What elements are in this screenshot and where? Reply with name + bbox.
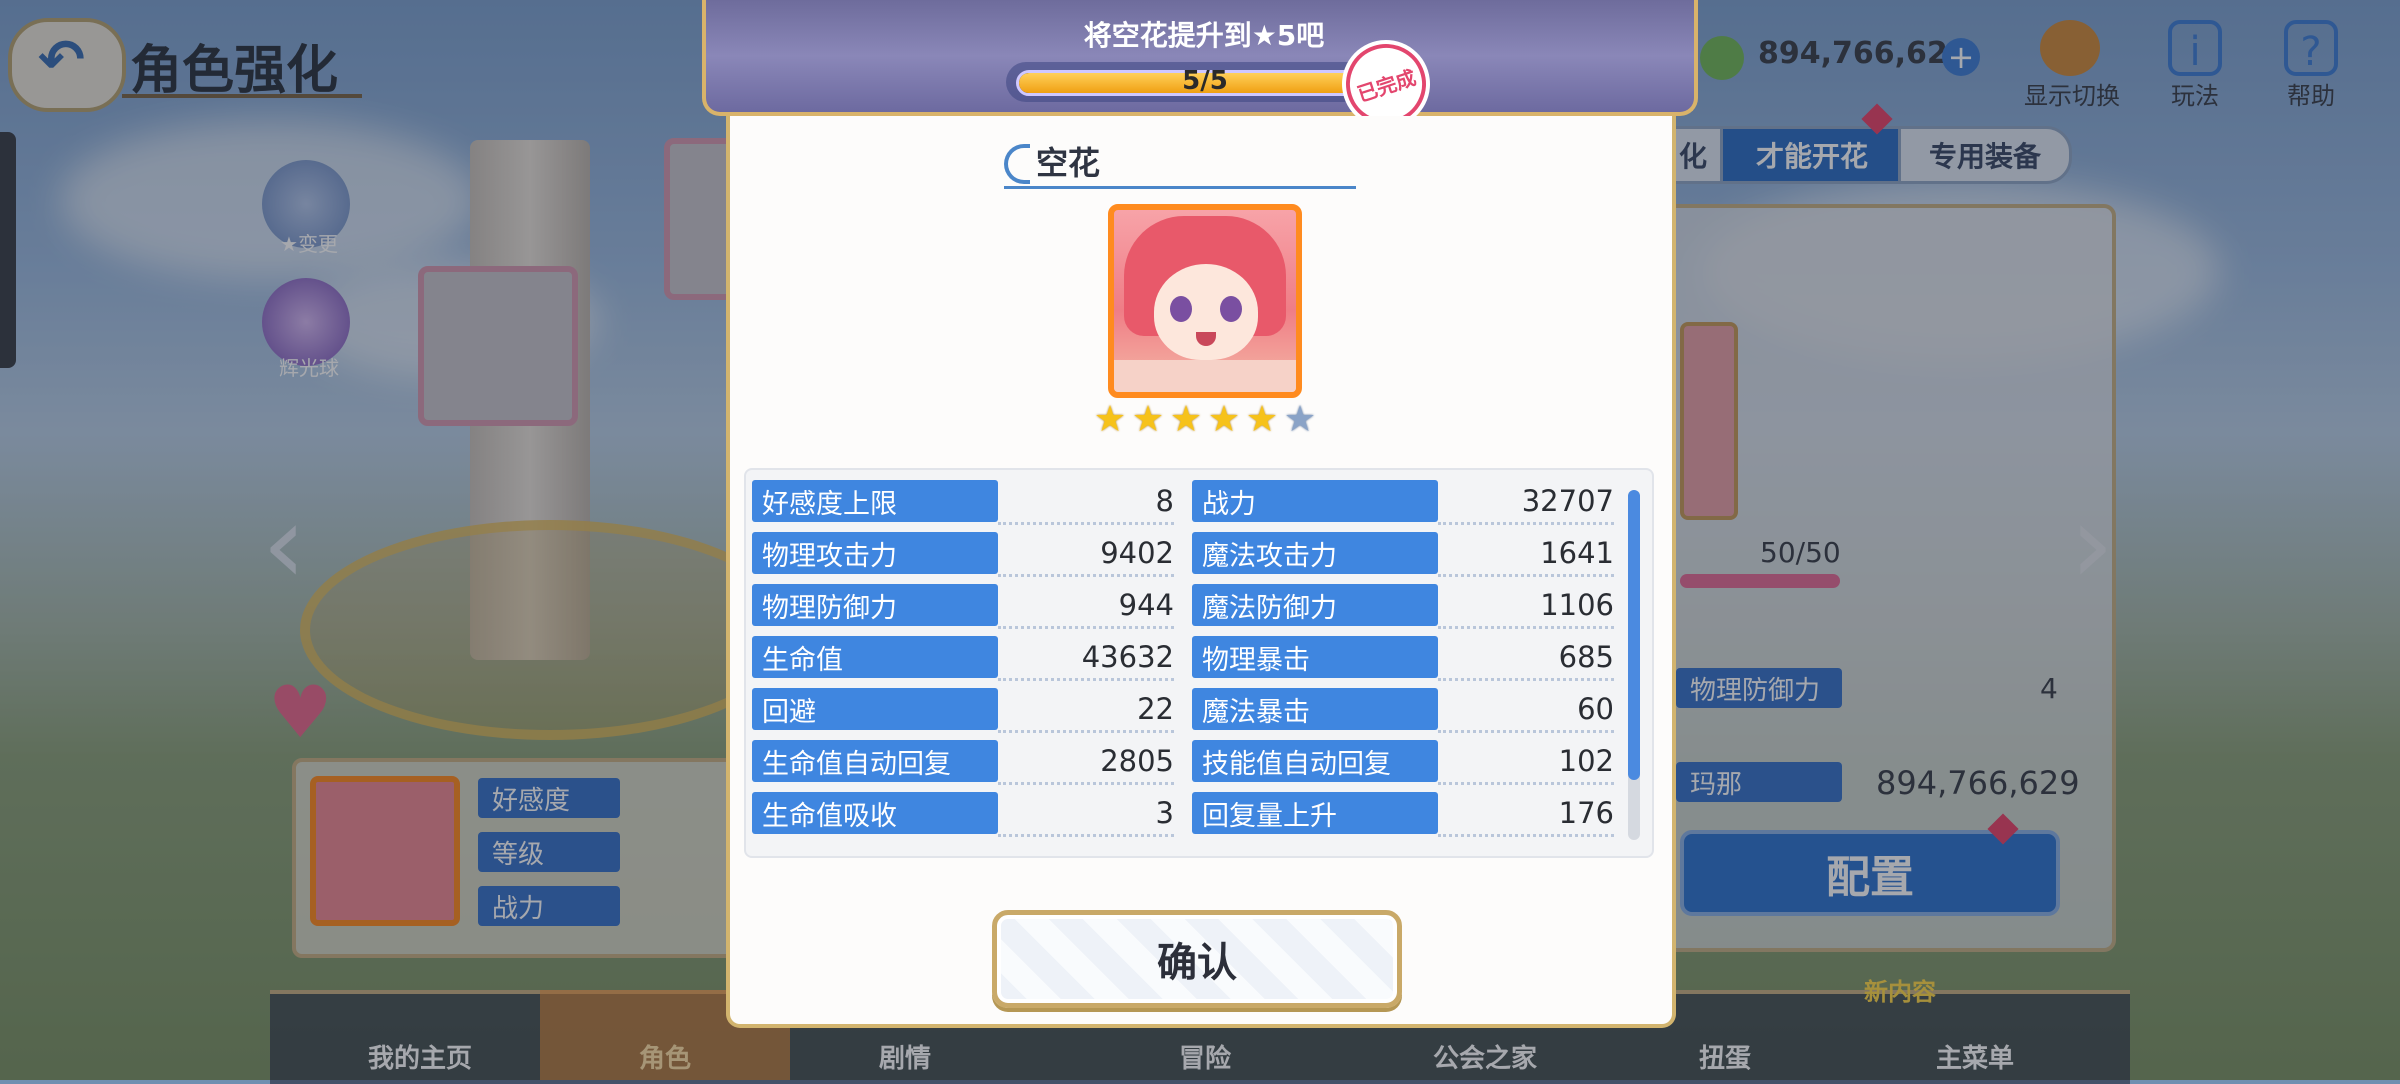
stat-divider [1438, 678, 1614, 681]
star-rating: ★ ★ ★ ★ ★ ★ [1092, 402, 1322, 442]
stat-label: 生命值自动回复 [752, 740, 998, 782]
stat-divider [1438, 730, 1614, 733]
character-name: 空花 [1036, 144, 1101, 182]
stat-divider [998, 678, 1174, 681]
stats-table[interactable]: 好感度上限 8 战力 32707 物理攻击力 9402 魔法攻击力 1641 物理防御力 944 魔… [744, 468, 1654, 858]
stat-divider [1438, 834, 1614, 837]
star-filled-icon: ★ [1207, 399, 1241, 440]
star-filled-icon: ★ [1245, 399, 1279, 440]
stat-value: 1106 [1540, 588, 1614, 622]
stat-label: 物理防御力 [752, 584, 998, 626]
stat-label: 生命值 [752, 636, 998, 678]
stat-divider [1438, 522, 1614, 525]
stat-divider [998, 782, 1174, 785]
name-ornament-icon [1004, 144, 1030, 184]
stat-divider [1438, 782, 1614, 785]
stat-divider [998, 730, 1174, 733]
stat-label: 回避 [752, 688, 998, 730]
stat-label: 物理攻击力 [752, 532, 998, 574]
portrait-eye [1170, 296, 1192, 322]
name-underline [1004, 186, 1356, 189]
stat-value: 102 [1558, 744, 1614, 778]
stat-label: 好感度上限 [752, 480, 998, 522]
portrait-eye [1220, 296, 1242, 322]
star-filled-icon: ★ [1131, 399, 1165, 440]
star-empty-icon: ★ [1283, 399, 1317, 440]
confirm-button[interactable]: 确认 [992, 910, 1402, 1008]
stat-value: 2805 [1100, 744, 1174, 778]
stat-divider [1438, 626, 1614, 629]
quest-title: 将空花提升到★5吧 [1083, 19, 1325, 52]
stats-scrollbar-thumb[interactable] [1628, 490, 1640, 780]
stat-value: 32707 [1521, 484, 1614, 518]
stat-label: 魔法防御力 [1192, 584, 1438, 626]
stat-value: 944 [1118, 588, 1174, 622]
character-portrait [1108, 204, 1302, 398]
stat-value: 3 [1155, 796, 1174, 830]
star-filled-icon: ★ [1093, 399, 1127, 440]
stat-value: 685 [1558, 640, 1614, 674]
portrait-outfit [1114, 360, 1296, 392]
stat-label: 技能值自动回复 [1192, 740, 1438, 782]
character-stats-dialog: 空花 ★ ★ ★ ★ ★ ★ 好感度上限 8 战力 32707 物理攻击力 9402 魔法攻击力 164… [726, 116, 1676, 1028]
star-filled-icon: ★ [1169, 399, 1203, 440]
stat-value: 176 [1558, 796, 1614, 830]
stat-divider [1438, 574, 1614, 577]
stat-divider [998, 574, 1174, 577]
stat-value: 9402 [1100, 536, 1174, 570]
stat-divider [998, 626, 1174, 629]
stat-value: 8 [1155, 484, 1174, 518]
quest-banner: 将空花提升到★5吧 5/5 已完成 [702, 0, 1698, 135]
stat-label: 回复量上升 [1192, 792, 1438, 834]
stat-label: 魔法攻击力 [1192, 532, 1438, 574]
progress-text: 5/5 [1182, 66, 1228, 96]
stat-value: 22 [1137, 692, 1174, 726]
stat-label: 魔法暴击 [1192, 688, 1438, 730]
stat-value: 43632 [1081, 640, 1174, 674]
stat-label: 物理暴击 [1192, 636, 1438, 678]
stat-value: 60 [1577, 692, 1614, 726]
stat-divider [998, 834, 1174, 837]
stat-label: 战力 [1192, 480, 1438, 522]
stat-value: 1641 [1540, 536, 1614, 570]
stat-divider [998, 522, 1174, 525]
stat-label: 生命值吸收 [752, 792, 998, 834]
